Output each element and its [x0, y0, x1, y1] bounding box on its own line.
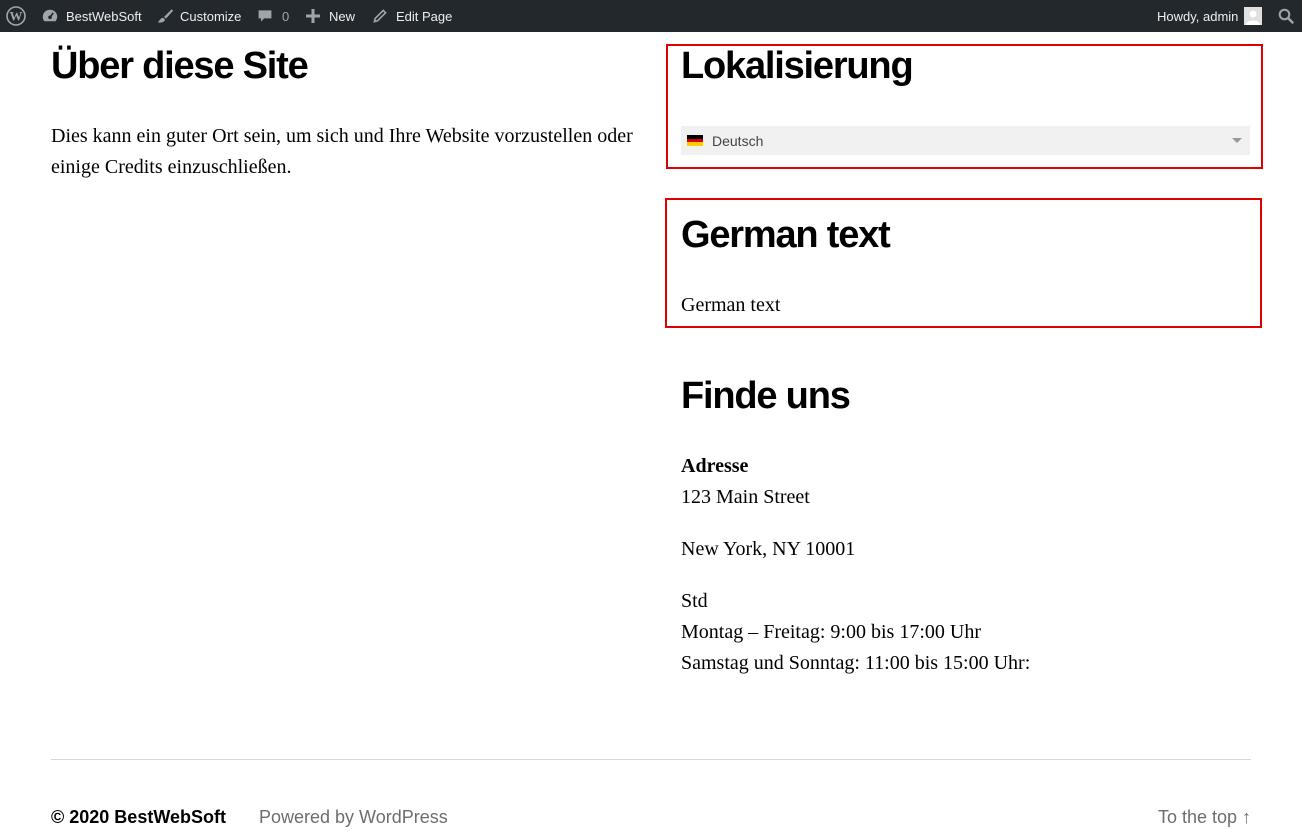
powered-by-wordpress-link[interactable]: Powered by WordPress: [259, 805, 448, 829]
avatar: [1244, 7, 1263, 25]
about-site-heading: Über diese Site: [51, 45, 309, 87]
new-content-button[interactable]: New: [306, 0, 355, 32]
footer-copyright[interactable]: © 2020 BestWebSoft: [51, 805, 226, 829]
comments-count: 0: [282, 8, 290, 24]
german-text-widget-body: German text: [681, 294, 781, 316]
pencil-icon: [373, 9, 387, 23]
find-us-widget-title: Finde uns: [681, 375, 851, 417]
search-icon: [1278, 8, 1294, 24]
howdy-label: Howdy, admin: [1157, 8, 1239, 24]
my-account-button[interactable]: Howdy, admin: [1157, 0, 1263, 32]
address-line2: New York, NY 10001: [681, 538, 856, 560]
hours-weekdays: Montag – Freitag: 9:00 bis 17:00 Uhr: [681, 621, 981, 643]
site-name-label: BestWebSoft: [66, 8, 142, 24]
wordpress-logo-button[interactable]: W: [6, 0, 26, 32]
customize-label: Customize: [180, 8, 242, 24]
new-label: New: [329, 8, 356, 24]
to-the-top-link[interactable]: To the top ↑: [1158, 805, 1251, 829]
plus-icon: [306, 9, 320, 23]
customize-button[interactable]: Customize: [156, 0, 241, 32]
address-heading: Adresse: [681, 455, 749, 477]
german-flag-icon: [687, 135, 703, 147]
wordpress-icon: W: [6, 6, 26, 26]
comment-icon: [258, 10, 272, 22]
intro-text: Dies kann ein guter Ort sein, um sich un…: [51, 125, 633, 178]
hours-weekend: Samstag und Sonntag: 11:00 bis 15:00 Uhr…: [681, 652, 1031, 674]
german-text-widget-title: German text: [681, 214, 891, 256]
chevron-down-icon: [1232, 138, 1242, 143]
search-button[interactable]: [1278, 0, 1294, 32]
comments-button[interactable]: 0: [257, 0, 289, 32]
hours-heading: Std: [681, 590, 708, 612]
language-select[interactable]: Deutsch: [681, 126, 1250, 155]
language-select-value: Deutsch: [712, 132, 764, 149]
footer-divider: [51, 759, 1251, 760]
admin-bar: W BestWebSoft Customize 0 New Edit Page …: [0, 0, 1302, 32]
edit-page-button[interactable]: Edit Page: [372, 0, 452, 32]
localization-widget-title: Lokalisierung: [681, 45, 914, 87]
brush-icon: [157, 9, 174, 23]
site-name-button[interactable]: BestWebSoft: [41, 0, 142, 32]
address-line1: 123 Main Street: [681, 486, 810, 508]
dashboard-icon: [42, 9, 58, 22]
edit-page-label: Edit Page: [396, 8, 453, 24]
svg-text:W: W: [10, 9, 23, 24]
